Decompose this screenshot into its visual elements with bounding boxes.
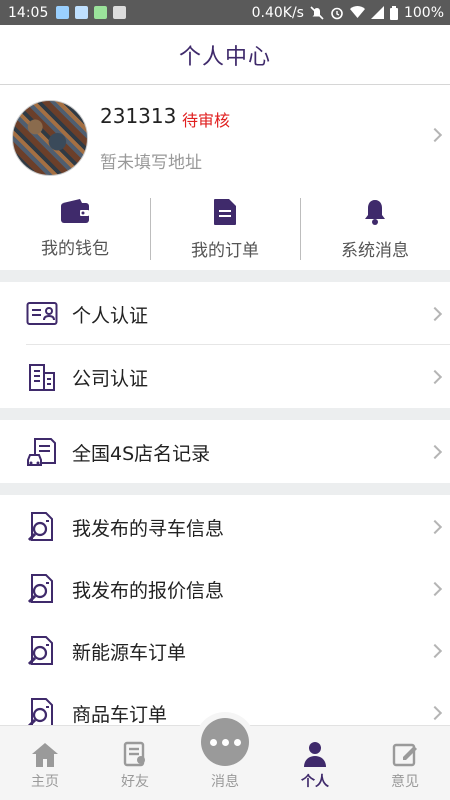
- status-bar: 14:05 0.40K/s 100%: [0, 0, 450, 25]
- section-divider: [0, 483, 450, 495]
- chevron-right-icon: [427, 643, 443, 659]
- quick-actions: 我的钱包 我的订单 系统消息: [0, 192, 450, 268]
- wallet-button[interactable]: 我的钱包: [0, 192, 150, 268]
- nav-feedback[interactable]: 意见: [360, 726, 450, 800]
- search-document-icon: [26, 573, 58, 605]
- person-icon: [304, 742, 326, 767]
- home-icon: [32, 743, 58, 767]
- id-card-icon: [26, 298, 58, 330]
- app-notification-icon: [75, 6, 89, 19]
- chevron-right-icon: [427, 444, 443, 460]
- messages-label: 系统消息: [341, 241, 409, 261]
- dealer-record-label: 全国4S店名记录: [72, 442, 211, 465]
- divider: [26, 344, 450, 345]
- message-icon: [195, 712, 255, 772]
- wallet-icon: [61, 199, 89, 223]
- wallet-label: 我的钱包: [41, 239, 109, 259]
- chevron-right-icon: [427, 705, 443, 721]
- wifi-icon: [349, 6, 365, 18]
- company-certification-item[interactable]: 公司认证: [0, 346, 450, 408]
- friends-icon: [123, 741, 145, 767]
- wechat-notification-icon: [94, 6, 108, 19]
- new-energy-order-item[interactable]: 新能源车订单: [0, 620, 450, 682]
- chevron-right-icon: [427, 127, 443, 143]
- username: 231313: [100, 104, 177, 128]
- nav-profile-label: 个人: [301, 774, 329, 790]
- nav-messages[interactable]: 消息: [180, 712, 270, 800]
- bell-icon: [365, 200, 385, 225]
- my-search-info-item[interactable]: 我发布的寻车信息: [0, 496, 450, 558]
- feedback-icon: [392, 743, 417, 767]
- orders-label: 我的订单: [191, 241, 259, 261]
- profile-card[interactable]: 231313 待审核 暂未填写地址: [0, 86, 450, 186]
- app-notification-icon: [56, 6, 70, 19]
- alarm-icon: [331, 7, 343, 19]
- commodity-car-order-label: 商品车订单: [72, 703, 168, 726]
- user-address: 暂未填写地址: [100, 153, 202, 173]
- dealer-record-item[interactable]: 全国4S店名记录: [0, 421, 450, 483]
- bottom-navigation: 主页 好友 消息 个人 意见: [0, 712, 450, 800]
- title-bar: 个人中心: [0, 25, 450, 85]
- chevron-right-icon: [427, 306, 443, 322]
- battery-level: 100%: [403, 4, 444, 21]
- search-document-icon: [26, 635, 58, 667]
- signal-icon: [370, 6, 384, 19]
- notification-icons: [56, 6, 127, 19]
- app-notification-icon: [113, 6, 127, 19]
- my-quote-info-label: 我发布的报价信息: [72, 579, 225, 602]
- battery-icon: [389, 5, 398, 20]
- document-icon: [214, 199, 236, 225]
- chevron-right-icon: [427, 369, 443, 385]
- status-time: 14:05: [8, 4, 49, 21]
- nav-profile[interactable]: 个人: [270, 726, 360, 800]
- chevron-right-icon: [427, 581, 443, 597]
- my-quote-info-item[interactable]: 我发布的报价信息: [0, 558, 450, 620]
- chevron-right-icon: [427, 519, 443, 535]
- building-icon: [26, 361, 58, 393]
- personal-certification-label: 个人认证: [72, 304, 149, 327]
- my-search-info-label: 我发布的寻车信息: [72, 517, 225, 540]
- section-divider: [0, 270, 450, 282]
- network-speed: 0.40K/s: [251, 4, 304, 21]
- avatar[interactable]: [12, 100, 88, 176]
- nav-friends[interactable]: 好友: [90, 726, 180, 800]
- orders-button[interactable]: 我的订单: [150, 192, 300, 268]
- company-certification-label: 公司认证: [72, 367, 149, 390]
- nav-home-label: 主页: [31, 774, 59, 790]
- new-energy-order-label: 新能源车订单: [72, 641, 187, 664]
- nav-friends-label: 好友: [121, 774, 149, 790]
- nav-feedback-label: 意见: [391, 774, 419, 790]
- mute-icon: [310, 5, 324, 20]
- section-divider: [0, 408, 450, 420]
- search-document-icon: [26, 511, 58, 543]
- messages-button[interactable]: 系统消息: [300, 192, 450, 268]
- nav-messages-label: 消息: [211, 774, 239, 790]
- page-title: 个人中心: [178, 44, 271, 70]
- dealer-record-icon: [26, 436, 58, 468]
- personal-certification-item[interactable]: 个人认证: [0, 283, 450, 345]
- nav-home[interactable]: 主页: [0, 726, 90, 800]
- review-status-badge: 待审核: [182, 111, 231, 130]
